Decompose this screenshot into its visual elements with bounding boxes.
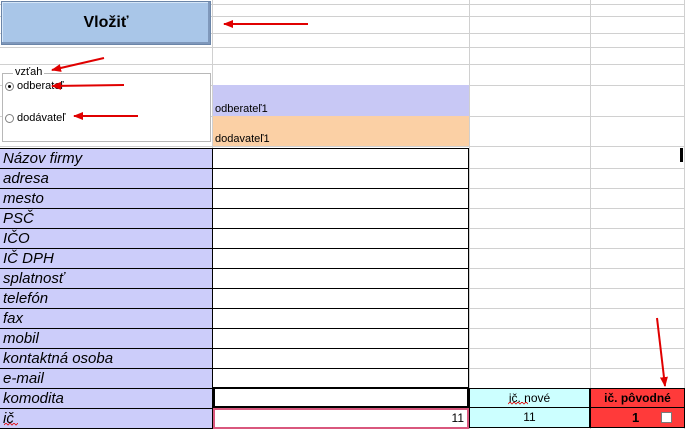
label-psc: PSČ <box>0 208 213 228</box>
dodavatel-type-cell[interactable]: dodavateľ1 <box>213 116 469 146</box>
relation-groupbox: vzťah odberateľ dodávateľ <box>1 65 212 143</box>
gridline <box>0 64 685 65</box>
radio-dodavatel-label: dodávateľ <box>17 112 66 124</box>
label-mobil: mobil <box>0 328 213 348</box>
radio-dodavatel[interactable]: dodávateľ <box>5 111 65 125</box>
ic-new-value-cell[interactable]: 11 <box>469 408 590 428</box>
label-nazov-firmy: Názov firmy <box>0 148 213 168</box>
ic-original-header: ič. pôvodné <box>590 388 685 408</box>
dodavatel-type-text: dodavateľ1 <box>215 133 270 145</box>
field-splatnost[interactable] <box>213 268 469 288</box>
radio-odberatel[interactable]: odberateľ <box>5 79 64 93</box>
label-mesto: mesto <box>0 188 213 208</box>
field-telefon[interactable] <box>213 288 469 308</box>
field-adresa[interactable] <box>213 168 469 188</box>
label-adresa: adresa <box>0 168 213 188</box>
field-ic[interactable]: 11 <box>213 408 469 429</box>
cell-cursor-marker <box>680 148 683 162</box>
label-fax: fax <box>0 308 213 328</box>
spellcheck-underline <box>508 402 528 405</box>
groupbox-legend: vzťah <box>13 65 45 79</box>
field-psc[interactable] <box>213 208 469 228</box>
radio-odberatel-label: odberateľ <box>17 80 64 92</box>
gridline <box>0 146 685 147</box>
label-splatnost: splatnosť <box>0 268 213 288</box>
ic-original-header-text: ič. pôvodné <box>604 391 671 405</box>
odberatel-type-cell[interactable]: odberateľ1 <box>213 85 469 116</box>
insert-button-label: Vložiť <box>83 14 129 31</box>
label-email: e-mail <box>0 368 213 388</box>
radio-selected-icon[interactable] <box>5 81 14 91</box>
field-nazov-firmy[interactable] <box>213 148 469 168</box>
field-fax[interactable] <box>213 308 469 328</box>
label-ico: IČO <box>0 228 213 248</box>
field-mobil[interactable] <box>213 328 469 348</box>
field-ico[interactable] <box>213 228 469 248</box>
ic-original-checkbox[interactable] <box>661 412 672 423</box>
gridline <box>0 47 685 48</box>
ic-new-value: 11 <box>523 410 536 424</box>
label-kontaktna-osoba: kontaktná osoba <box>0 348 213 368</box>
label-komodita: komodita <box>0 388 213 408</box>
ic-original-value-cell[interactable]: 1 <box>590 408 685 428</box>
insert-button[interactable]: Vložiť <box>1 1 211 45</box>
radio-unselected-icon[interactable] <box>5 113 14 123</box>
ic-new-header: ič. nové <box>469 388 590 408</box>
label-ic-dph: IČ DPH <box>0 248 213 268</box>
field-email[interactable] <box>213 368 469 388</box>
spellcheck-underline <box>4 423 18 426</box>
label-telefon: telefón <box>0 288 213 308</box>
label-ic: ič <box>0 408 213 429</box>
field-ic-dph[interactable] <box>213 248 469 268</box>
field-kontaktna-osoba[interactable] <box>213 348 469 368</box>
field-mesto[interactable] <box>213 188 469 208</box>
odberatel-type-text: odberateľ1 <box>215 103 268 115</box>
field-komodita[interactable] <box>213 387 469 408</box>
ic-original-value: 1 <box>632 410 640 425</box>
